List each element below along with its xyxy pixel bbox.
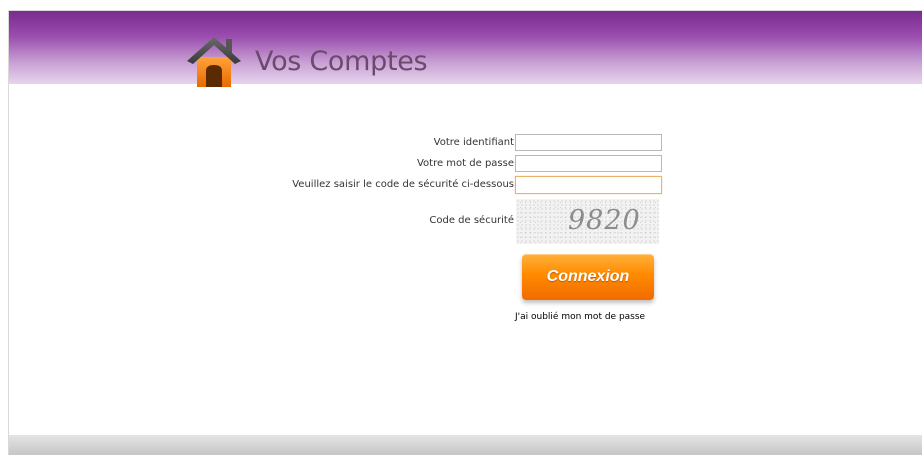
connexion-button[interactable]: Connexion <box>522 254 654 300</box>
password-input[interactable] <box>515 155 662 172</box>
house-icon <box>187 37 241 87</box>
forgot-password-link[interactable]: J'ai oublié mon mot de passe <box>515 312 645 322</box>
identifiant-input[interactable] <box>515 134 662 151</box>
captcha-code: 9820 <box>568 205 641 236</box>
app-title: Vos Comptes <box>255 46 428 77</box>
identifiant-label: Votre identifiant <box>433 137 514 148</box>
captcha-image: 9820 <box>516 199 659 244</box>
security-code-label: Veuillez saisir le code de sécurité ci-d… <box>292 179 514 190</box>
header-banner: Vos Comptes <box>9 11 922 87</box>
password-label: Votre mot de passe <box>416 158 514 169</box>
page-frame: Vos Comptes Votre identifiant Votre mot … <box>8 10 922 455</box>
footer-bar <box>9 435 922 455</box>
security-code-input[interactable] <box>515 176 662 194</box>
captcha-label: Code de sécurité <box>429 215 514 226</box>
